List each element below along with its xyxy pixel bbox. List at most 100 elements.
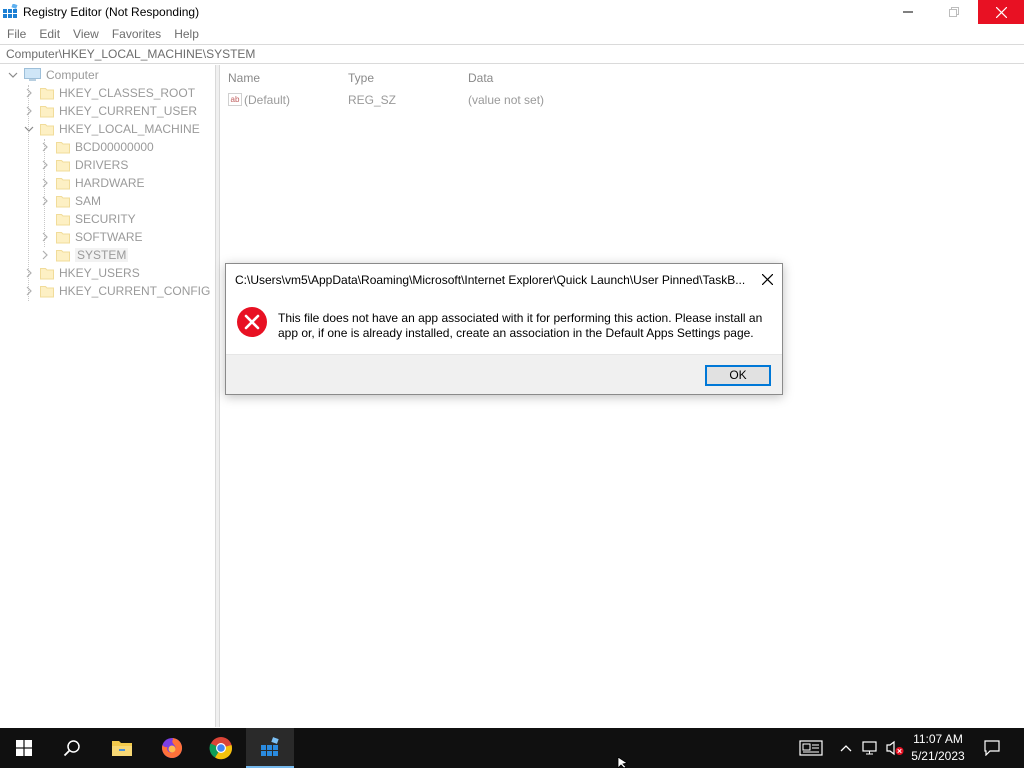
dialog-footer: OK [226, 354, 782, 394]
chevron-down-icon[interactable] [24, 124, 34, 134]
menu-help[interactable]: Help [174, 27, 199, 41]
folder-icon [40, 268, 54, 280]
chevron-right-icon[interactable] [40, 178, 50, 188]
minimize-button[interactable] [885, 0, 931, 24]
regedit-icon [3, 4, 18, 18]
close-icon [761, 273, 773, 285]
tree-node-hkey-local-machine[interactable]: HKEY_LOCAL_MACHINE [24, 120, 200, 138]
menu-view[interactable]: View [73, 27, 99, 41]
taskbar-regedit[interactable] [246, 728, 294, 768]
taskbar-firefox[interactable] [148, 728, 196, 768]
column-header-data[interactable]: Data [468, 71, 493, 85]
chevron-right-icon[interactable] [24, 106, 34, 116]
search-icon [63, 740, 80, 757]
tree-label: HKEY_CURRENT_CONFIG [59, 284, 211, 298]
menu-file[interactable]: File [7, 27, 26, 41]
tree-label: SYSTEM [75, 248, 129, 262]
address-bar[interactable]: Computer\HKEY_LOCAL_MACHINE\SYSTEM [0, 44, 1024, 64]
error-icon [237, 307, 267, 337]
tree-node-computer[interactable]: Computer [8, 66, 99, 84]
folder-icon [40, 124, 54, 136]
tree-label: BCD00000000 [75, 140, 154, 154]
tree-node-hkey-users[interactable]: HKEY_USERS [24, 264, 140, 282]
ok-button[interactable]: OK [705, 365, 771, 386]
menu-bar: File Edit View Favorites Help [0, 24, 1024, 43]
tree-node-hardware[interactable]: HARDWARE [40, 174, 145, 192]
show-hidden-icons-button[interactable] [836, 728, 856, 768]
firefox-icon [162, 737, 183, 758]
folder-icon [56, 160, 70, 172]
taskbar-clock[interactable]: 11:07 AM 5/21/2023 [903, 731, 973, 765]
tree-label: HKEY_CURRENT_USER [59, 104, 198, 118]
tree-node-security[interactable]: SECURITY [56, 210, 136, 228]
column-header-type[interactable]: Type [348, 71, 374, 85]
chevron-right-icon[interactable] [40, 142, 50, 152]
regedit-icon [261, 737, 279, 756]
folder-icon [56, 232, 70, 244]
chevron-right-icon[interactable] [24, 88, 34, 98]
clock-date: 5/21/2023 [911, 749, 965, 763]
tree-node-sam[interactable]: SAM [40, 192, 101, 210]
tree-node-system[interactable]: SYSTEM [40, 246, 129, 264]
folder-icon [56, 250, 70, 262]
tree-label: HKEY_CLASSES_ROOT [59, 86, 196, 100]
chevron-down-icon[interactable] [8, 70, 18, 80]
pane-splitter[interactable] [215, 65, 220, 727]
chevron-right-icon[interactable] [40, 160, 50, 170]
column-header-name[interactable]: Name [228, 71, 260, 85]
news-button[interactable] [796, 728, 826, 768]
chevron-right-icon[interactable] [40, 232, 50, 242]
tree-label: Computer [46, 68, 99, 82]
dialog-message: This file does not have an app associate… [278, 311, 763, 340]
file-explorer-icon [112, 741, 132, 756]
chevron-right-icon[interactable] [40, 250, 50, 260]
network-button[interactable] [860, 728, 882, 768]
computer-icon [24, 68, 41, 81]
menu-favorites[interactable]: Favorites [112, 27, 161, 41]
notifications-button[interactable] [978, 728, 1006, 768]
dialog-close-button[interactable] [754, 267, 780, 291]
chevron-right-icon[interactable] [24, 268, 34, 278]
network-icon [862, 741, 877, 755]
start-button[interactable] [0, 728, 48, 768]
tree-node-hkey-current-config[interactable]: HKEY_CURRENT_CONFIG [24, 282, 210, 300]
folder-icon [56, 142, 70, 154]
clock-time: 11:07 AM [913, 732, 963, 746]
tree-node-bcd[interactable]: BCD00000000 [40, 138, 154, 156]
close-icon [995, 6, 1007, 18]
chevron-right-icon[interactable] [40, 196, 50, 206]
tree-node-drivers[interactable]: DRIVERS [40, 156, 128, 174]
notification-icon [984, 740, 1000, 756]
tree-node-hkey-classes-root[interactable]: HKEY_CLASSES_ROOT [24, 84, 195, 102]
news-icon [799, 740, 823, 756]
chrome-icon [209, 737, 233, 760]
dialog-title: C:\Users\vm5\AppData\Roaming\Microsoft\I… [235, 273, 746, 287]
chevron-up-icon [840, 745, 852, 752]
folder-icon [40, 106, 54, 118]
volume-muted-icon [886, 740, 904, 756]
folder-icon [40, 286, 54, 298]
folder-icon [56, 214, 70, 226]
maximize-button[interactable] [931, 0, 977, 24]
mouse-cursor-icon [617, 757, 628, 768]
taskbar: 11:07 AM 5/21/2023 [0, 728, 1024, 768]
tree-label: HKEY_LOCAL_MACHINE [59, 122, 200, 136]
close-button[interactable] [978, 0, 1024, 24]
tree-label: HKEY_USERS [59, 266, 140, 280]
minimize-icon [903, 11, 913, 13]
taskbar-file-explorer[interactable] [98, 728, 146, 768]
error-dialog: C:\Users\vm5\AppData\Roaming\Microsoft\I… [225, 263, 783, 395]
menu-edit[interactable]: Edit [39, 27, 60, 41]
tree-label: HARDWARE [75, 176, 145, 190]
chevron-right-icon[interactable] [24, 286, 34, 296]
string-value-icon: ab [228, 93, 242, 106]
tree-node-software[interactable]: SOFTWARE [40, 228, 143, 246]
tree-node-hkey-current-user[interactable]: HKEY_CURRENT_USER [24, 102, 197, 120]
tree-label: DRIVERS [75, 158, 129, 172]
registry-tree: Computer HKEY_CLASSES_ROOT HKEY_CURRENT_… [0, 65, 216, 727]
window-title: Registry Editor (Not Responding) [23, 5, 200, 19]
values-list: Name Type Data ab (Default) REG_SZ (valu… [221, 65, 1024, 727]
search-button[interactable] [48, 728, 96, 768]
taskbar-chrome[interactable] [197, 728, 245, 768]
tree-label: SAM [75, 194, 102, 208]
